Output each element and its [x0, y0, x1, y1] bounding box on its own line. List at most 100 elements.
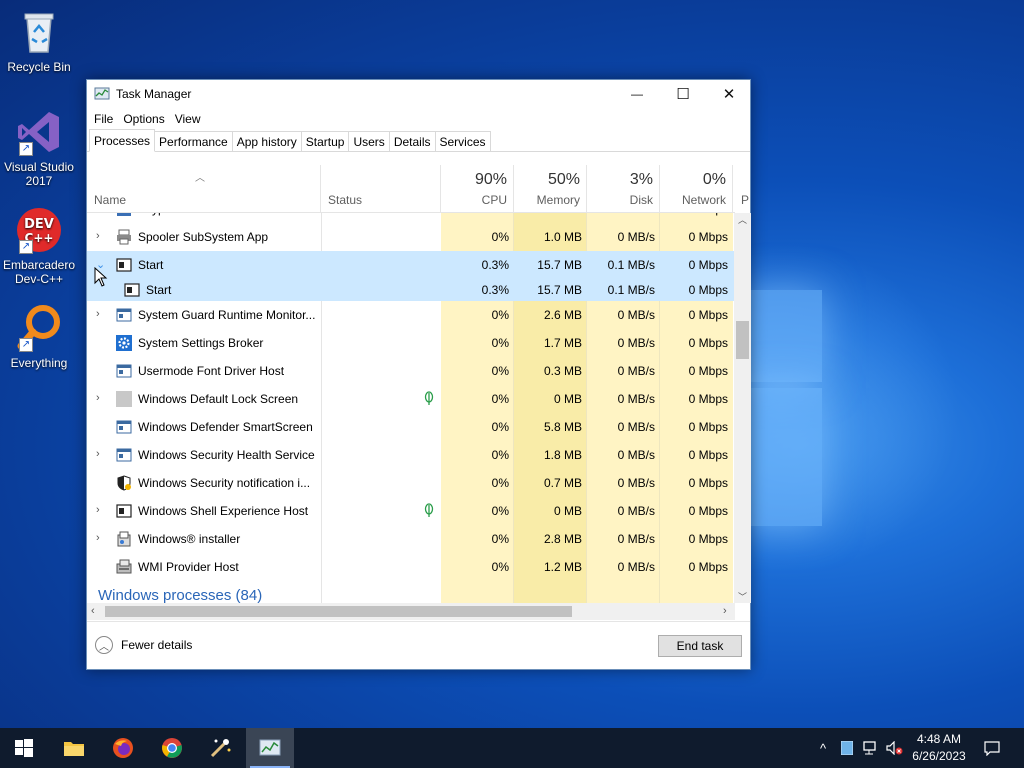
process-row[interactable]: › Windows Security Health Service 0% 1.8 MB… [87, 441, 735, 469]
dev-cpp-icon: DEV C++ ↗ [15, 206, 63, 254]
expand-chevron-icon[interactable]: › [96, 532, 106, 544]
taskbar-paint[interactable] [197, 728, 245, 768]
process-row[interactable]: Windows Security notification i... 0% 0.7 … [87, 469, 735, 497]
tab-startup[interactable]: Startup [300, 131, 350, 151]
memory-value: 15.7 MB [537, 283, 582, 297]
horizontal-scroll-thumb[interactable] [105, 606, 572, 617]
memory-value: 0.3 MB [543, 364, 582, 378]
tab-details[interactable]: Details [388, 131, 436, 151]
taskbar-firefox[interactable] [99, 728, 147, 768]
shield-icon [116, 475, 132, 491]
process-row[interactable]: WMI Provider Host 0% 1.2 MB 0 MB/s 0 Mbps [87, 553, 735, 581]
menu-view[interactable]: View [174, 112, 207, 126]
expand-chevron-icon[interactable]: › [96, 213, 106, 214]
app-icon [116, 213, 132, 217]
end-task-button[interactable]: End task [658, 635, 742, 657]
taskbar-clock[interactable]: 4:48 AM 6/26/2023 [906, 731, 972, 765]
maximize-button[interactable]: ☐ [660, 80, 706, 108]
tab-processes[interactable]: Processes [89, 129, 156, 152]
cpu-value: 0% [491, 504, 509, 518]
header-network[interactable]: 0% Network [660, 165, 733, 213]
expand-chevron-icon[interactable]: › [96, 308, 106, 320]
close-button[interactable]: ✕ [706, 80, 752, 108]
start-button[interactable] [0, 728, 48, 768]
vertical-scrollbar[interactable]: ︿ ﹀ [734, 213, 751, 603]
process-name: Windows Security notification i... [138, 476, 311, 490]
expand-chevron-icon[interactable]: › [96, 448, 106, 460]
scroll-left-icon[interactable]: ‹ [91, 603, 95, 620]
desktop-icon-visual-studio[interactable]: ↗ Visual Studio 2017 [0, 108, 78, 188]
desktop-icon-label: Embarcadero Dev-C++ [2, 258, 76, 286]
service-icon [116, 419, 132, 435]
vertical-scroll-thumb[interactable] [736, 321, 749, 359]
process-row[interactable]: Windows Defender SmartScreen 0% 5.8 MB 0 MB… [87, 413, 735, 441]
process-name: Spooler SubSystem App [138, 230, 269, 244]
cpu-value: 0% [491, 392, 509, 406]
cpu-value: 0% [491, 336, 509, 350]
sort-up-icon: ︿ [195, 173, 205, 184]
process-name: Windows Shell Experience Host [138, 504, 309, 518]
tab-performance[interactable]: Performance [154, 131, 233, 151]
tray-notepad-app[interactable] [836, 728, 858, 768]
chevron-up-icon: ^ [819, 740, 827, 756]
tray-network[interactable] [860, 728, 882, 768]
network-value: 0 Mbps [688, 258, 728, 272]
memory-value: 0.7 MB [543, 476, 582, 490]
expand-chevron-icon[interactable]: › [96, 230, 106, 242]
process-row[interactable]: › Windows Default Lock Screen 0% 0 MB 0 MB/s… [87, 385, 735, 413]
taskbar-file-explorer[interactable] [50, 728, 98, 768]
disk-value: 0 MB/s [617, 420, 655, 434]
network-value: 0 Mbps [688, 448, 728, 462]
header-memory[interactable]: 50% Memory [514, 165, 587, 213]
section-heading-windows-processes: Windows processes (84) [98, 587, 263, 603]
process-row[interactable]: System Settings Broker 0% 1.7 MB 0 MB/s 0 Mb… [87, 329, 735, 357]
process-list: › Skype 0% 4.3 MB 0 MB/s 0 Mbps › Spooler SubSy… [87, 213, 735, 603]
fewer-details-button[interactable]: ︿ Fewer details [95, 636, 192, 654]
desktop-icon-dev-cpp[interactable]: DEV C++ ↗ Embarcadero Dev-C++ [0, 206, 78, 286]
title-bar[interactable]: Task Manager — ☐ ✕ [87, 80, 750, 108]
process-row-partial[interactable]: › Skype 0% 4.3 MB 0 MB/s 0 Mbps [87, 213, 735, 223]
everything-search-icon: ↗ [15, 304, 63, 352]
menu-options[interactable]: Options [122, 112, 170, 126]
header-cpu[interactable]: 90% CPU [441, 165, 514, 213]
tab-services[interactable]: Services [434, 131, 491, 151]
tab-app-history[interactable]: App history [231, 131, 302, 151]
notification-icon [984, 740, 1000, 756]
network-value: 0 Mbps [688, 392, 728, 406]
file-explorer-icon [64, 742, 84, 756]
process-row[interactable]: › Windows® installer 0% 2.8 MB 0 MB/s 0 Mbps [87, 525, 735, 553]
desktop-icon-everything[interactable]: ↗ Everything [0, 304, 78, 370]
action-center-button[interactable] [978, 728, 1006, 768]
process-row[interactable]: Usermode Font Driver Host 0% 0.3 MB 0 MB/s 0… [87, 357, 735, 385]
process-child-row[interactable]: Start 0.3% 15.7 MB 0.1 MB/s 0 Mbps [87, 276, 735, 301]
scroll-up-icon[interactable]: ︿ [734, 213, 751, 226]
process-row[interactable]: ⌄ Start 0.3% 15.7 MB 0.1 MB/s 0 Mbps [87, 251, 735, 276]
tab-users[interactable]: Users [348, 131, 390, 151]
desktop-icon-label: Everything [10, 356, 68, 370]
desktop-icon-recycle-bin[interactable]: Recycle Bin [0, 8, 78, 74]
taskbar-chrome[interactable] [148, 728, 196, 768]
app-window-icon [116, 257, 132, 273]
gear-icon [116, 335, 132, 351]
minimize-icon: — [631, 87, 643, 101]
minimize-button[interactable]: — [614, 80, 660, 108]
expand-chevron-icon[interactable]: › [96, 504, 106, 516]
process-row[interactable]: › Spooler SubSystem App 0% 1.0 MB 0 MB/s 0 Mb… [87, 223, 735, 251]
header-name[interactable]: ︿ Name [87, 165, 321, 213]
process-name: System Settings Broker [138, 336, 264, 350]
scroll-down-icon[interactable]: ﹀ [734, 590, 751, 603]
paint-icon [210, 739, 231, 758]
tray-volume[interactable] [884, 728, 906, 768]
header-disk[interactable]: 3% Disk [587, 165, 660, 213]
menu-file[interactable]: File [93, 112, 119, 126]
expand-chevron-icon[interactable]: › [96, 392, 106, 404]
header-status[interactable]: Status [321, 165, 441, 213]
header-power-partial[interactable]: P [733, 165, 749, 213]
show-hidden-icons-button[interactable]: ^ [812, 728, 834, 768]
scroll-right-icon[interactable]: › [723, 603, 727, 620]
process-row[interactable]: › Windows Shell Experience Host 0% 0 MB 0 MB… [87, 497, 735, 525]
taskbar-task-manager[interactable] [246, 728, 294, 768]
task-manager-icon [259, 739, 281, 756]
horizontal-scrollbar[interactable]: ‹ › [87, 603, 735, 620]
process-row[interactable]: › System Guard Runtime Monitor... 0% 2.6 MB… [87, 301, 735, 329]
